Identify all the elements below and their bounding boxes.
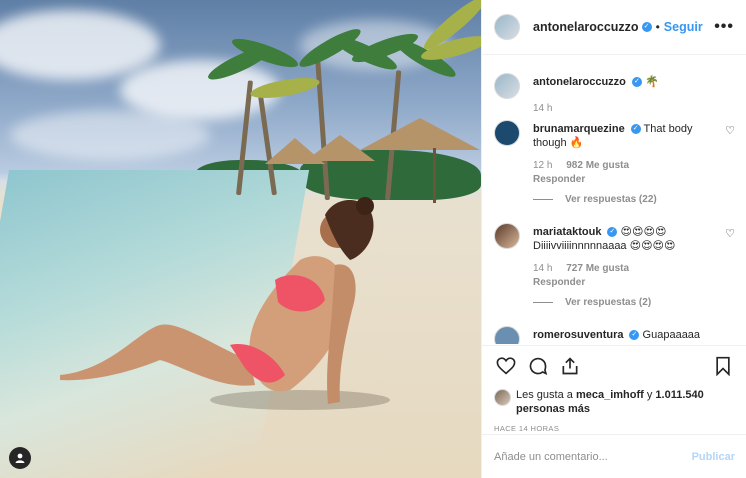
liker-avatar[interactable] — [494, 389, 511, 406]
author-avatar[interactable] — [494, 73, 520, 99]
comment: romerosuventura ✓ Guapaaaaa — [494, 326, 735, 344]
caption: antonelaroccuzzo ✓ 🌴 14 h — [494, 73, 735, 114]
verified-icon: ✓ — [630, 124, 641, 135]
umbrella-pole — [433, 148, 436, 203]
heart-icon[interactable]: ♡ — [725, 227, 735, 240]
comments-list[interactable]: antonelaroccuzzo ✓ 🌴 14 h ♡ brunamarquezi… — [482, 56, 746, 344]
view-replies-label: Ver respuestas (2) — [565, 297, 652, 308]
verified-icon: ✓ — [629, 330, 640, 341]
divider — [533, 199, 553, 200]
comment-time[interactable]: 12 h — [533, 160, 552, 171]
beach-umbrella — [360, 118, 480, 150]
likes-summary: Les gusta a meca_imhoff y 1.011.540 pers… — [494, 388, 735, 416]
likes-prefix: Les gusta a — [516, 389, 576, 401]
action-bar — [494, 354, 735, 378]
view-replies-button[interactable]: Ver respuestas (2) — [533, 297, 735, 308]
verified-icon: ✓ — [631, 77, 642, 88]
heart-icon[interactable]: ♡ — [725, 124, 735, 137]
post-actions: Les gusta a meca_imhoff y 1.011.540 pers… — [482, 345, 746, 433]
commenter-avatar[interactable] — [494, 223, 520, 249]
comment-text: Guapaaaaa — [642, 329, 701, 341]
bookmark-icon[interactable] — [711, 354, 735, 378]
separator-dot: • — [655, 20, 660, 34]
follow-button[interactable]: Seguir — [664, 20, 703, 34]
comment-likes[interactable]: 727 Me gusta — [566, 263, 629, 274]
caption-text: 🌴 — [644, 76, 659, 88]
verified-icon: ✓ — [641, 22, 652, 32]
comment-input[interactable] — [494, 450, 692, 463]
reply-button[interactable]: Responder — [533, 277, 735, 288]
commenter-avatar[interactable] — [494, 326, 520, 344]
comment: ♡ mariataktouk ✓ 😍😍😍😍 Diiiivviiiinnnnnaaa… — [494, 223, 735, 308]
post-photo[interactable] — [0, 0, 481, 478]
post-header: antonelaroccuzzo ✓ • Seguir ••• — [482, 0, 746, 55]
heart-icon[interactable] — [494, 354, 518, 378]
commenter-username[interactable]: mariataktouk — [533, 226, 601, 238]
verified-icon: ✓ — [607, 227, 618, 238]
comment-icon[interactable] — [526, 354, 550, 378]
view-replies-button[interactable]: Ver respuestas (22) — [533, 194, 735, 205]
post-timestamp[interactable]: HACE 14 HORAS — [494, 424, 735, 433]
commenter-username[interactable]: brunamarquezine — [533, 123, 625, 135]
more-options-icon[interactable]: ••• — [714, 18, 734, 36]
reply-button[interactable]: Responder — [533, 174, 735, 185]
add-comment-bar: Publicar — [482, 434, 746, 478]
commenter-username[interactable]: romerosuventura — [533, 329, 623, 341]
divider — [533, 302, 553, 303]
post-sidebar: antonelaroccuzzo ✓ • Seguir ••• antonela… — [481, 0, 746, 478]
author-avatar[interactable] — [494, 14, 520, 40]
user-tag-icon[interactable] — [9, 447, 31, 469]
comment-likes[interactable]: 982 Me gusta — [566, 160, 629, 171]
caption-username[interactable]: antonelaroccuzzo — [533, 76, 626, 88]
author-username[interactable]: antonelaroccuzzo — [533, 20, 639, 34]
cloud — [10, 110, 210, 160]
woman-on-beach — [60, 197, 390, 410]
commenter-avatar[interactable] — [494, 120, 520, 146]
caption-time[interactable]: 14 h — [533, 103, 552, 114]
cloud — [0, 10, 160, 80]
liker-username[interactable]: meca_imhoff — [576, 389, 644, 401]
comment-time[interactable]: 14 h — [533, 263, 552, 274]
likes-connector: y — [643, 389, 656, 401]
view-replies-label: Ver respuestas (22) — [565, 194, 657, 205]
publish-button[interactable]: Publicar — [692, 451, 735, 463]
share-icon[interactable] — [558, 354, 582, 378]
comment: ♡ brunamarquezine ✓ That body though 🔥 12… — [494, 120, 735, 205]
